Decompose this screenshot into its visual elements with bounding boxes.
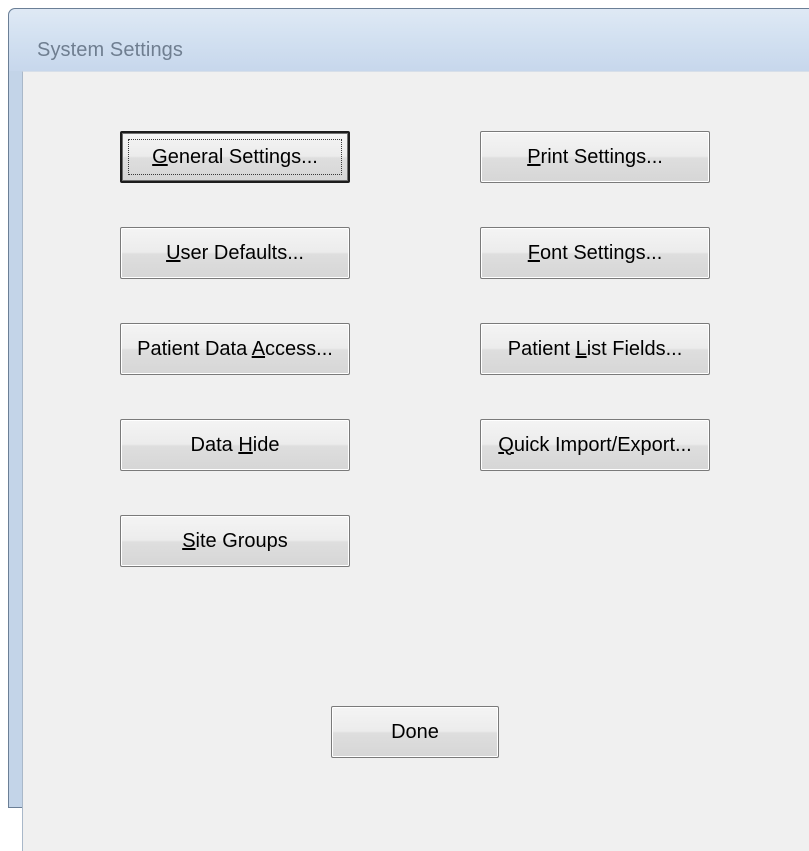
done-button[interactable]: Done [331, 706, 499, 758]
quick-import-export-button[interactable]: Quick Import/Export... [480, 419, 710, 471]
font-settings-button[interactable]: Font Settings... [480, 227, 710, 279]
site-groups-button[interactable]: Site Groups [120, 515, 350, 567]
site-groups-label: Site Groups [182, 529, 288, 552]
window-title: System Settings [37, 39, 184, 61]
data-hide-button[interactable]: Data Hide [120, 419, 350, 471]
dialog-body: General Settings... Print Settings... Us… [22, 71, 809, 851]
data-hide-label: Data Hide [190, 433, 280, 456]
system-settings-dialog: System Settings General Settings... Prin… [8, 8, 809, 851]
print-settings-button[interactable]: Print Settings... [480, 131, 710, 183]
user-defaults-button[interactable]: User Defaults... [120, 227, 350, 279]
patient-list-fields-button[interactable]: Patient List Fields... [480, 323, 710, 375]
user-defaults-label: User Defaults... [166, 241, 304, 264]
patient-data-access-button[interactable]: Patient Data Access... [120, 323, 350, 375]
quick-import-export-label: Quick Import/Export... [498, 433, 692, 456]
print-settings-label: Print Settings... [527, 145, 663, 168]
general-settings-button[interactable]: General Settings... [120, 131, 350, 183]
patient-data-access-label: Patient Data Access... [137, 337, 333, 360]
done-label: Done [391, 720, 439, 743]
font-settings-label: Font Settings... [527, 241, 663, 264]
general-settings-label: General Settings... [152, 145, 318, 168]
patient-list-fields-label: Patient List Fields... [507, 337, 683, 360]
title-bar[interactable]: System Settings [9, 9, 809, 71]
